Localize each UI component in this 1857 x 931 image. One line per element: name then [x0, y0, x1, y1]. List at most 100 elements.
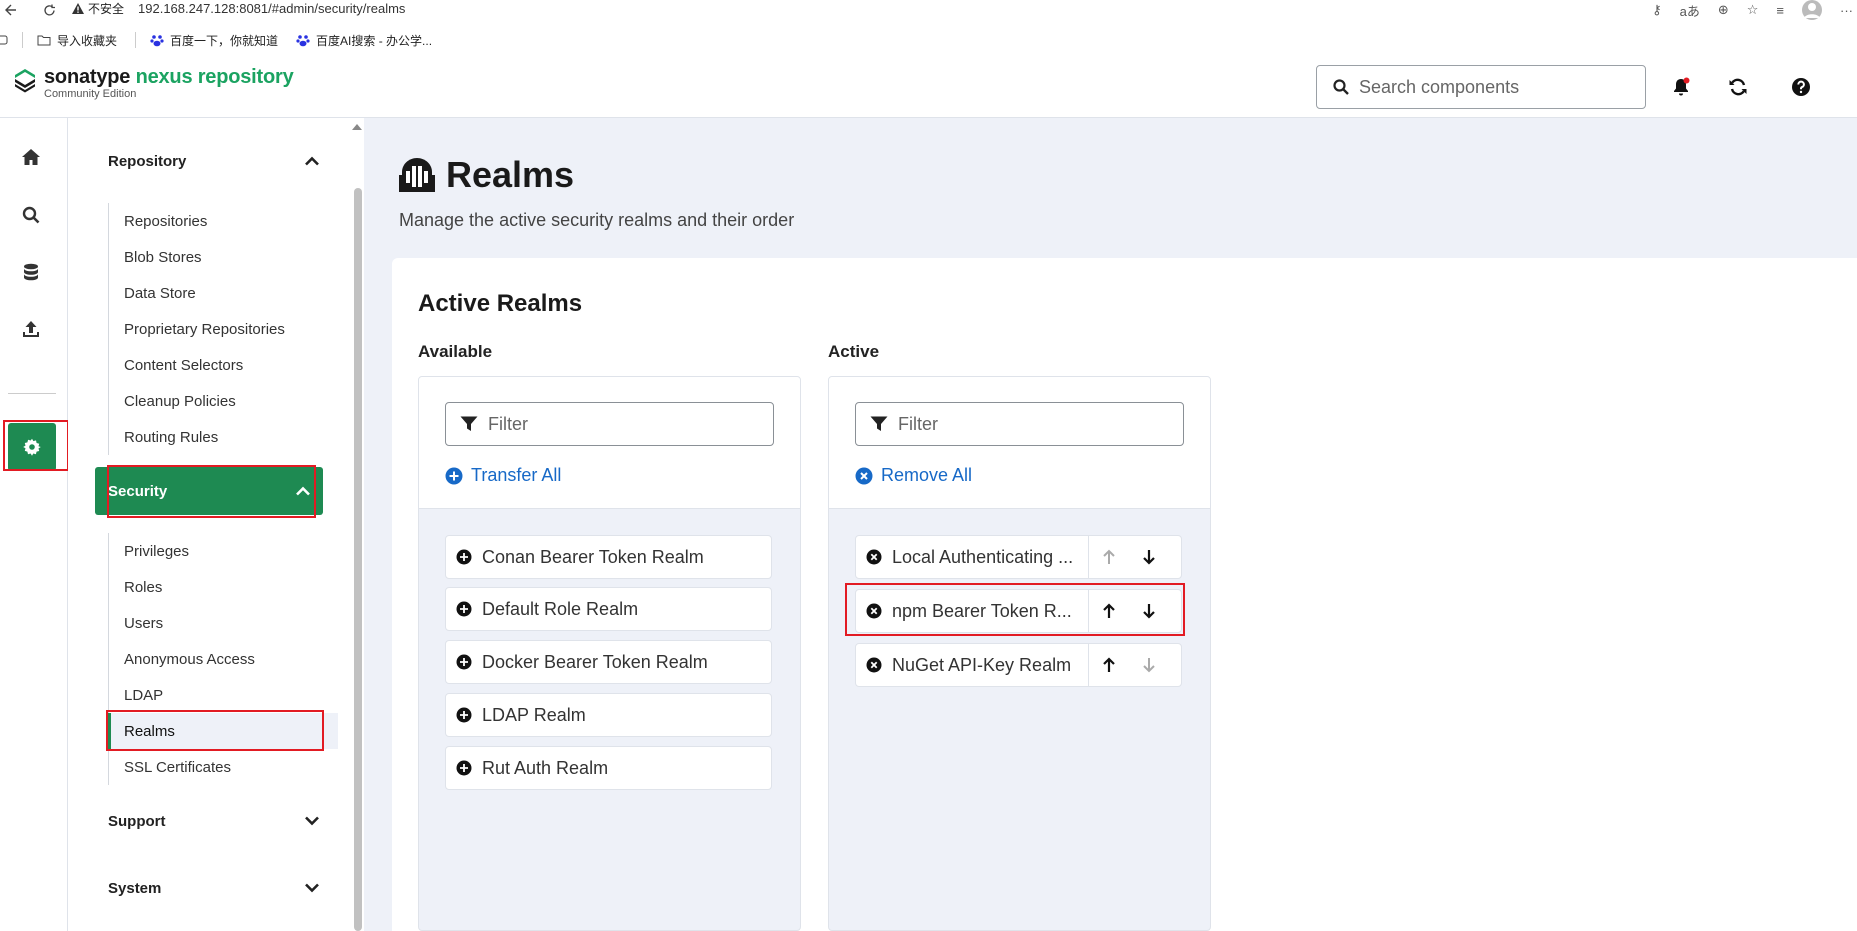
- remove-all-button[interactable]: Remove All: [855, 465, 972, 486]
- search-icon: [1333, 79, 1349, 95]
- plus-circle-icon: [445, 467, 463, 484]
- folder-icon: [37, 35, 51, 46]
- sidebar-item-repositories[interactable]: Repositories: [109, 203, 338, 239]
- refresh-sync-icon[interactable]: [1726, 75, 1750, 99]
- product-name: nexus repository: [135, 66, 294, 88]
- insecure-label: 不安全: [88, 1, 125, 16]
- move-down-button[interactable]: [1129, 644, 1169, 686]
- sidebar-item-routing-rules[interactable]: Routing Rules: [109, 419, 338, 455]
- sidebar-item-users[interactable]: Users: [109, 605, 338, 641]
- back-icon[interactable]: [0, 0, 22, 20]
- highlight-box-realms: [106, 710, 324, 751]
- more-menu-icon[interactable]: ···: [1840, 3, 1853, 18]
- move-up-button[interactable]: [1089, 644, 1129, 686]
- available-filter-input[interactable]: [488, 413, 768, 435]
- chevron-down-icon: [305, 883, 319, 893]
- help-icon[interactable]: [1789, 75, 1813, 99]
- arrow-down-icon: [1143, 658, 1155, 673]
- bookmark-label: 导入收藏夹: [57, 33, 118, 48]
- database-icon[interactable]: [14, 255, 48, 289]
- available-realm-item[interactable]: Default Role Realm: [445, 587, 772, 631]
- available-realm-item[interactable]: LDAP Realm: [445, 693, 772, 737]
- tab-actions-icon[interactable]: [0, 34, 8, 46]
- zoom-icon[interactable]: ⊕: [1718, 2, 1729, 18]
- arrow-up-icon: [1103, 549, 1115, 564]
- sidebar-section-repository[interactable]: Repository: [108, 137, 332, 185]
- key-icon[interactable]: ⚷: [1652, 2, 1662, 18]
- sidebar-item-data-store[interactable]: Data Store: [109, 275, 338, 311]
- realm-name: Rut Auth Realm: [482, 757, 609, 778]
- remove-realm-button[interactable]: Local Authenticating ...: [856, 536, 1089, 578]
- brand-name: sonatype: [44, 66, 131, 88]
- realm-name: Docker Bearer Token Realm: [482, 651, 708, 672]
- favorite-star-icon[interactable]: ☆: [1747, 2, 1759, 18]
- move-down-button[interactable]: [1129, 536, 1169, 578]
- bookmark-import[interactable]: 导入收藏夹: [37, 32, 117, 49]
- sidebar-scroll-thumb[interactable]: [354, 188, 362, 931]
- app-header: sonatype nexus repository Community Edit…: [0, 55, 1857, 118]
- sidebar-section-support[interactable]: Support: [108, 797, 332, 845]
- bookmarks-bar: 导入收藏夹 百度一下，你就知道 百度AI搜索 - 办公学...: [0, 28, 1857, 52]
- realm-name: Conan Bearer Token Realm: [482, 546, 704, 567]
- sidebar-item-ldap[interactable]: LDAP: [109, 677, 338, 713]
- remove-circle-icon: [855, 467, 873, 484]
- active-filter[interactable]: [855, 402, 1184, 446]
- sidebar-item-proprietary-repositories[interactable]: Proprietary Repositories: [109, 311, 338, 347]
- notifications-bell-icon[interactable]: [1669, 75, 1693, 99]
- insecure-indicator[interactable]: 不安全: [72, 0, 124, 17]
- sidebar-item-ssl-certificates[interactable]: SSL Certificates: [109, 749, 338, 785]
- repository-items: Repositories Blob Stores Data Store Prop…: [108, 203, 338, 455]
- bookmark-baidu[interactable]: 百度一下，你就知道: [150, 32, 278, 49]
- highlight-box-security: [107, 465, 316, 518]
- favorites-list-icon[interactable]: ≡: [1776, 3, 1784, 18]
- logo[interactable]: sonatype nexus repository Community Edit…: [12, 67, 294, 100]
- refresh-icon[interactable]: [38, 0, 60, 20]
- page-subtitle: Manage the active security realms and th…: [399, 210, 795, 230]
- bookmark-label: 百度AI搜索 - 办公学...: [316, 33, 433, 48]
- available-realm-item[interactable]: Conan Bearer Token Realm: [445, 535, 772, 579]
- upload-icon[interactable]: [14, 312, 48, 346]
- transfer-all-label: Transfer All: [471, 465, 562, 485]
- realm-name: NuGet API-Key Realm: [892, 654, 1072, 675]
- baidu-paw-icon: [296, 35, 310, 47]
- remove-circle-icon: [866, 657, 882, 673]
- filter-icon: [460, 416, 478, 431]
- chevron-up-icon: [305, 156, 319, 166]
- sidebar-item-cleanup-policies[interactable]: Cleanup Policies: [109, 383, 338, 419]
- scroll-up-arrow-icon[interactable]: [352, 124, 362, 130]
- move-up-button[interactable]: [1089, 536, 1129, 578]
- remove-all-label: Remove All: [881, 465, 973, 485]
- url-text[interactable]: 192.168.247.128:8081/#admin/security/rea…: [138, 1, 405, 16]
- available-realm-item[interactable]: Docker Bearer Token Realm: [445, 640, 772, 684]
- add-circle-icon: [456, 601, 472, 617]
- highlight-box-npm-realm: [845, 583, 1185, 636]
- search-input[interactable]: [1359, 76, 1619, 98]
- available-label: Available: [418, 342, 493, 361]
- remove-realm-button[interactable]: NuGet API-Key Realm: [856, 644, 1089, 686]
- admin-sidebar: Repository Repositories Blob Stores Data…: [68, 118, 364, 931]
- baidu-paw-icon: [150, 35, 164, 47]
- sidebar-item-blob-stores[interactable]: Blob Stores: [109, 239, 338, 275]
- sidebar-item-roles[interactable]: Roles: [109, 569, 338, 605]
- home-icon[interactable]: [14, 140, 48, 174]
- realm-name: Local Authenticating ...: [892, 546, 1074, 567]
- available-realm-item[interactable]: Rut Auth Realm: [445, 746, 772, 790]
- search-components[interactable]: [1316, 65, 1646, 109]
- browser-address-bar: 不安全 192.168.247.128:8081/#admin/security…: [0, 0, 1857, 20]
- sidebar-section-system[interactable]: System: [108, 864, 332, 912]
- sidebar-item-privileges[interactable]: Privileges: [109, 533, 338, 569]
- search-nav-icon[interactable]: [14, 198, 48, 232]
- edition-label: Community Edition: [44, 88, 137, 100]
- sidebar-item-anonymous-access[interactable]: Anonymous Access: [109, 641, 338, 677]
- profile-avatar-icon[interactable]: [1802, 0, 1822, 20]
- available-filter[interactable]: [445, 402, 774, 446]
- chevron-down-icon: [305, 816, 319, 826]
- transfer-all-button[interactable]: Transfer All: [445, 465, 561, 486]
- arrow-down-icon: [1143, 550, 1155, 565]
- available-realms-box: Transfer All Conan Bearer Token Realm De…: [418, 376, 801, 931]
- sidebar-item-content-selectors[interactable]: Content Selectors: [109, 347, 338, 383]
- bookmark-baidu-ai[interactable]: 百度AI搜索 - 办公学...: [296, 32, 432, 49]
- sonatype-logo-icon: [15, 69, 35, 93]
- active-filter-input[interactable]: [898, 413, 1178, 435]
- read-aloud-icon[interactable]: aあ: [1680, 1, 1700, 20]
